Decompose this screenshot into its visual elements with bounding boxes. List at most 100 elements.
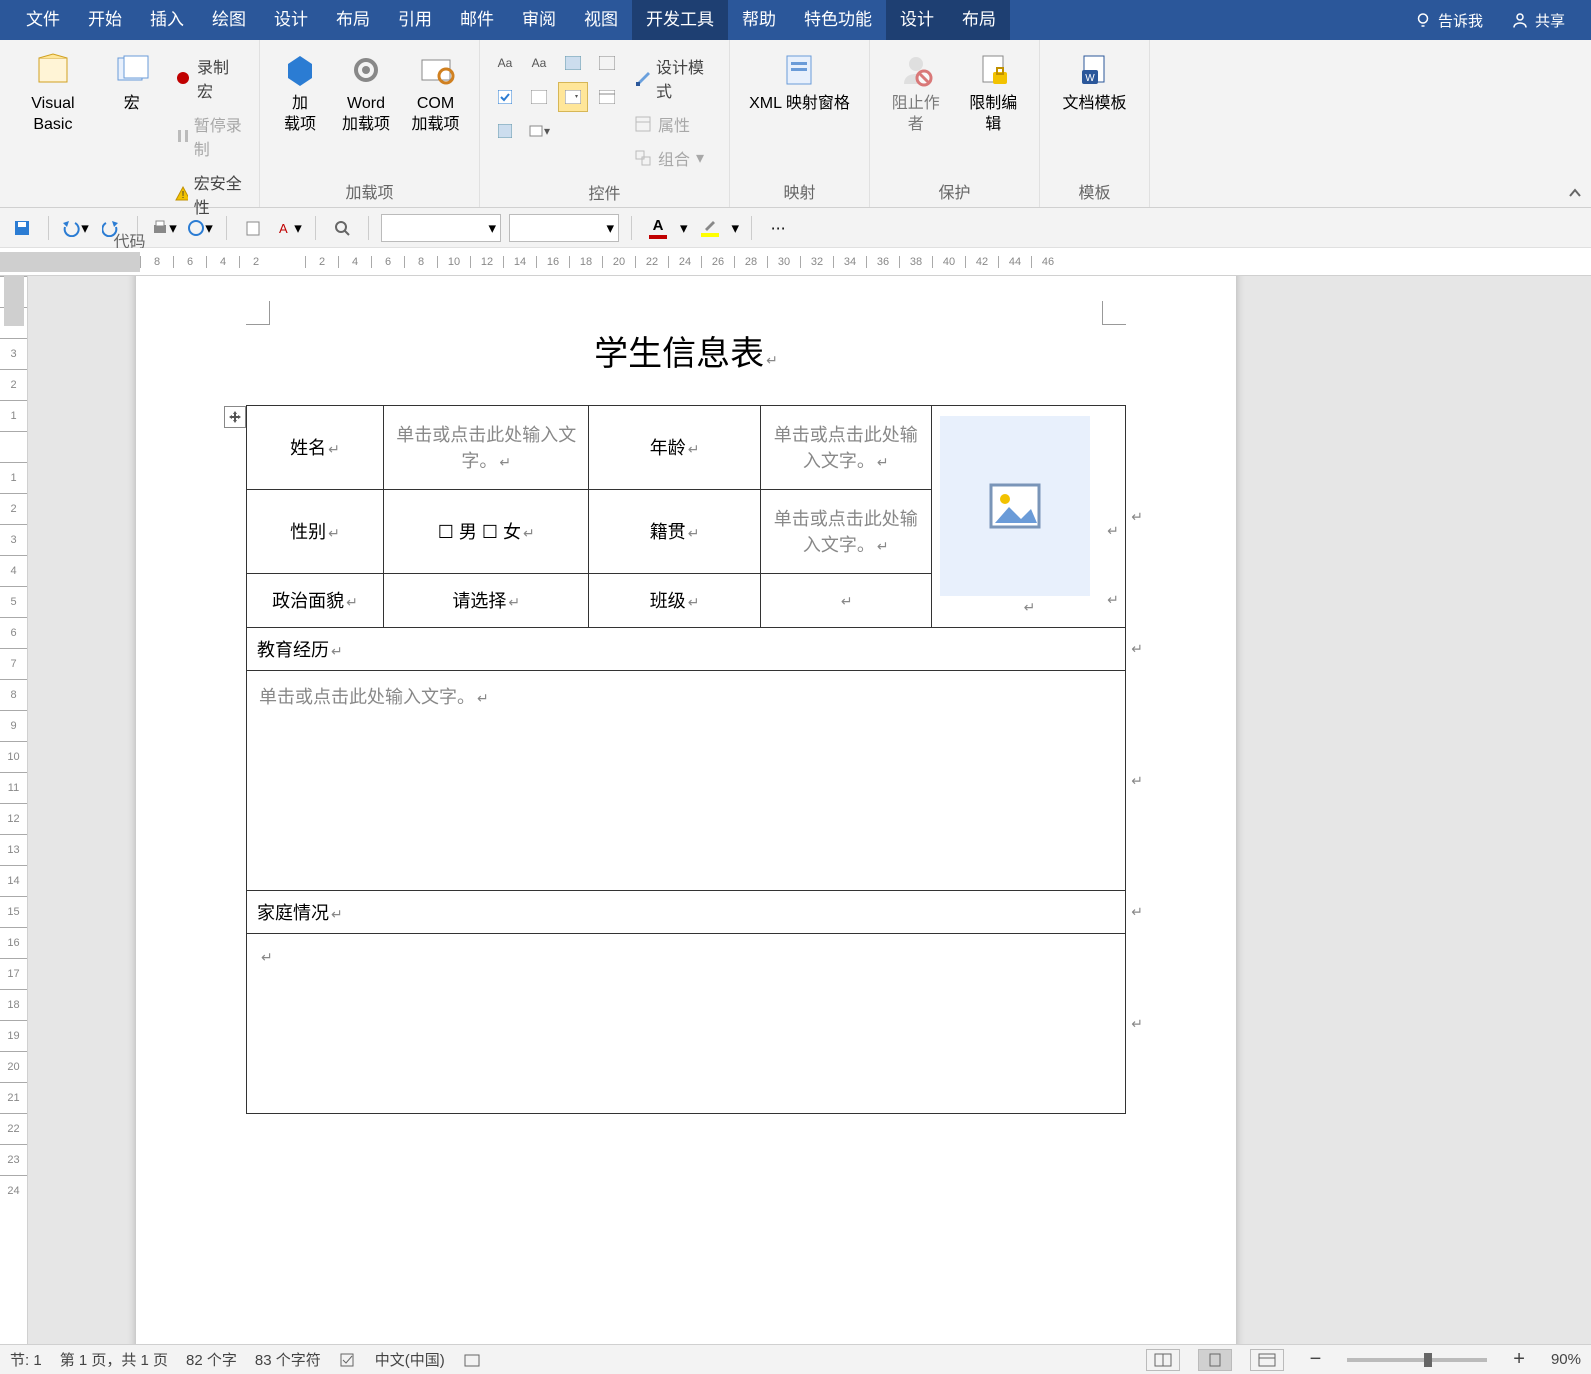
checkbox-control[interactable] xyxy=(490,82,520,112)
web-layout-button[interactable] xyxy=(1250,1349,1284,1371)
cell-age-label[interactable]: 年龄↵ xyxy=(589,406,760,490)
ribbon-group-mapping: XML 映射窗格 映射 xyxy=(730,40,870,207)
cell-class-input[interactable]: ↵↵ xyxy=(760,573,931,627)
tab-mailings[interactable]: 邮件 xyxy=(446,0,508,40)
read-mode-button[interactable] xyxy=(1146,1349,1180,1371)
cell-politics-input[interactable]: 请选择↵ xyxy=(383,573,588,627)
status-language[interactable]: 中文(中国) xyxy=(375,1349,445,1370)
qat-styles-button[interactable]: A ▾ xyxy=(275,214,303,242)
share-button[interactable]: 共享 xyxy=(1497,10,1579,31)
table-move-handle[interactable] xyxy=(224,406,246,428)
search-icon xyxy=(333,219,351,237)
page-title[interactable]: 学生信息表↵ xyxy=(246,326,1126,375)
group-label-mapping: 映射 xyxy=(783,175,815,203)
tab-view[interactable]: 视图 xyxy=(570,0,632,40)
cell-name-input[interactable]: 单击或点击此处输入文字。↵ xyxy=(383,406,588,490)
status-page[interactable]: 第 1 页，共 1 页 xyxy=(60,1349,168,1370)
cell-family-input[interactable]: ↵↵ xyxy=(247,934,1126,1114)
rich-text-control[interactable]: Aa xyxy=(490,48,520,78)
vb-icon xyxy=(33,52,73,88)
block-authors-button[interactable]: 阻止作者 xyxy=(880,48,952,140)
restrict-icon xyxy=(975,52,1011,88)
horizontal-ruler[interactable]: 8642246810121416182022242628303234363840… xyxy=(0,248,1591,276)
tab-help[interactable]: 帮助 xyxy=(728,0,790,40)
com-addins-button[interactable]: COM 加载项 xyxy=(402,48,469,140)
qat-find-button[interactable] xyxy=(328,214,356,242)
cell-origin-input[interactable]: 单击或点击此处输入文字。↵↵ xyxy=(760,489,931,573)
record-macro-button[interactable]: 录制宏 xyxy=(170,52,247,104)
xml-mapping-button[interactable]: XML 映射窗格 xyxy=(741,48,858,119)
status-bar: 节: 1 第 1 页，共 1 页 82 个字 83 个字符 中文(中国) − +… xyxy=(0,1344,1591,1374)
restrict-editing-button[interactable]: 限制编辑 xyxy=(958,48,1030,140)
picture-control[interactable] xyxy=(558,48,588,78)
cell-politics-label[interactable]: 政治面貌↵ xyxy=(247,573,384,627)
addins-button[interactable]: 加 载项 xyxy=(270,48,330,140)
dropdown-list-control[interactable] xyxy=(558,82,588,112)
date-picker-control[interactable] xyxy=(592,82,622,112)
cell-age-input[interactable]: 单击或点击此处输入文字。↵ xyxy=(760,406,931,490)
cell-gender-input[interactable]: ☐ 男 ☐ 女↵ xyxy=(383,489,588,573)
xml-icon xyxy=(781,52,817,88)
ribbon-group-template: W 文档模板 模板 xyxy=(1040,40,1150,207)
cell-gender-label[interactable]: 性别↵ xyxy=(247,489,384,573)
tab-insert[interactable]: 插入 xyxy=(136,0,198,40)
repeating-section-control[interactable] xyxy=(490,116,520,146)
document-area[interactable]: 学生信息表↵ 姓名↵ 单击或点击此处输入文字。↵ 年龄↵ 单击或点击此处输入文字… xyxy=(28,276,1591,1344)
tab-developer[interactable]: 开发工具 xyxy=(632,0,728,40)
ribbon-group-code: Visual Basic 宏 录制宏 暂停录制 ! 宏安全性 xyxy=(0,40,260,207)
cell-edu-input[interactable]: 单击或点击此处输入文字。↵↵ xyxy=(247,671,1126,891)
cell-name-label[interactable]: 姓名↵ xyxy=(247,406,384,490)
zoom-out-button[interactable]: − xyxy=(1302,1348,1330,1371)
macro-security-button[interactable]: ! 宏安全性 xyxy=(170,168,247,220)
template-icon: W xyxy=(1076,52,1112,88)
tab-layout[interactable]: 布局 xyxy=(322,0,384,40)
spellcheck-icon xyxy=(339,1352,357,1368)
font-name-combo[interactable]: ▾ xyxy=(381,214,501,242)
pause-recording-button: 暂停录制 xyxy=(170,110,247,162)
cell-family-header[interactable]: 家庭情况↵↵ xyxy=(247,891,1126,934)
document-template-button[interactable]: W 文档模板 xyxy=(1054,48,1134,119)
student-info-table[interactable]: 姓名↵ 单击或点击此处输入文字。↵ 年龄↵ 单击或点击此处输入文字。↵ ↵ ↵ … xyxy=(246,405,1126,1114)
visual-basic-button[interactable]: Visual Basic xyxy=(10,48,96,140)
print-layout-button[interactable] xyxy=(1198,1349,1232,1371)
zoom-slider[interactable] xyxy=(1347,1358,1487,1362)
cell-origin-label[interactable]: 籍贯↵ xyxy=(589,489,760,573)
zoom-level[interactable]: 90% xyxy=(1551,1351,1581,1368)
highlight-button[interactable] xyxy=(696,214,724,242)
legacy-tools[interactable]: ▾ xyxy=(524,116,554,146)
zoom-in-button[interactable]: + xyxy=(1505,1348,1533,1371)
status-macro-indicator[interactable] xyxy=(463,1352,481,1368)
macros-button[interactable]: 宏 xyxy=(102,48,162,119)
font-size-combo[interactable]: ▾ xyxy=(509,214,619,242)
status-chars[interactable]: 83 个字符 xyxy=(255,1349,321,1370)
building-block-control[interactable] xyxy=(592,48,622,78)
tab-file[interactable]: 文件 xyxy=(12,0,74,40)
qat-more-button[interactable]: ⋯ xyxy=(764,214,792,242)
pause-icon xyxy=(174,127,188,145)
tab-draw[interactable]: 绘图 xyxy=(198,0,260,40)
status-spellcheck[interactable] xyxy=(339,1352,357,1368)
tab-references[interactable]: 引用 xyxy=(384,0,446,40)
cell-class-label[interactable]: 班级↵ xyxy=(589,573,760,627)
tell-me[interactable]: 告诉我 xyxy=(1400,10,1497,31)
tab-review[interactable]: 审阅 xyxy=(508,0,570,40)
margin-corner-icon xyxy=(1102,301,1126,325)
cell-photo[interactable]: ↵ ↵ xyxy=(931,406,1125,628)
picture-placeholder[interactable] xyxy=(940,416,1090,596)
tab-table-design[interactable]: 设计 xyxy=(886,0,948,40)
combo-box-control[interactable] xyxy=(524,82,554,112)
collapse-ribbon-button[interactable] xyxy=(1567,185,1583,201)
font-color-button[interactable]: A xyxy=(644,214,672,242)
tab-special[interactable]: 特色功能 xyxy=(790,0,886,40)
tab-home[interactable]: 开始 xyxy=(74,0,136,40)
status-words[interactable]: 82 个字 xyxy=(186,1349,237,1370)
plain-text-control[interactable]: Aa xyxy=(524,48,554,78)
vertical-ruler[interactable]: 54321 1234567891011121314151617181920212… xyxy=(0,276,28,1344)
status-section[interactable]: 节: 1 xyxy=(10,1349,42,1370)
cell-edu-header[interactable]: 教育经历↵↵ xyxy=(247,628,1126,671)
tab-table-layout[interactable]: 布局 xyxy=(948,0,1010,40)
record-icon xyxy=(174,69,191,87)
word-addins-button[interactable]: Word 加载项 xyxy=(336,48,396,140)
tab-design[interactable]: 设计 xyxy=(260,0,322,40)
design-mode-button[interactable]: 设计模式 xyxy=(630,52,717,104)
